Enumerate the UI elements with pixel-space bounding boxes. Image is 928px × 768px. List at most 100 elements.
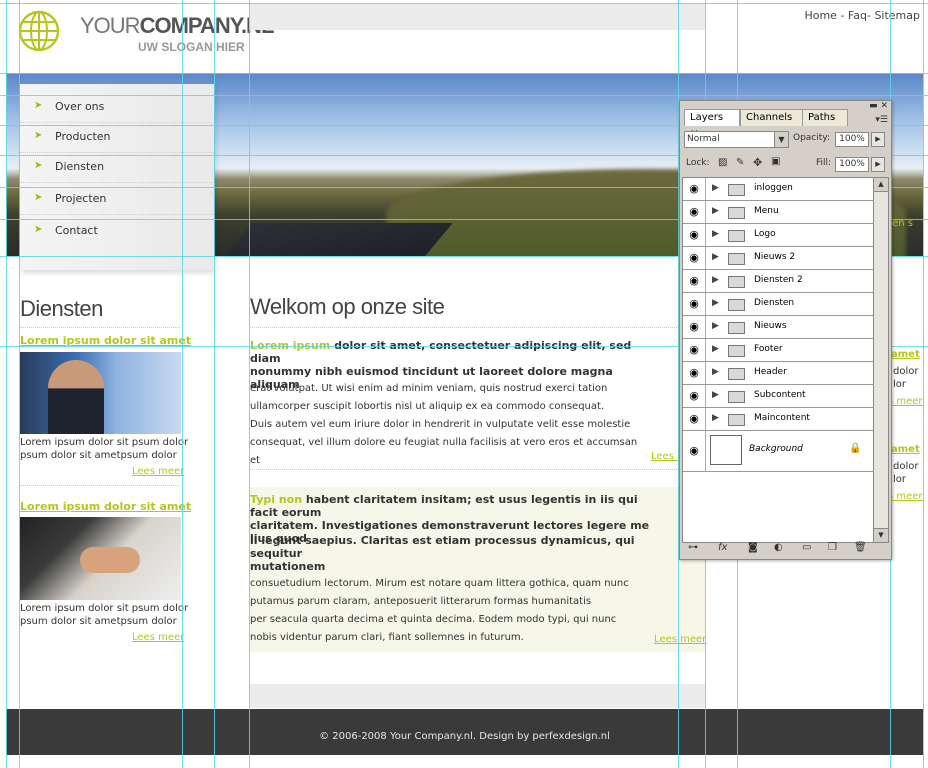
divider bbox=[250, 469, 705, 470]
fill-field[interactable]: 100% bbox=[835, 157, 869, 172]
expand-icon[interactable]: ▶ bbox=[712, 390, 719, 400]
lock-brush-icon[interactable]: ✎ bbox=[736, 157, 744, 168]
diensten-item-text: Lorem ipsum dolor sit psum dolor bbox=[20, 437, 189, 448]
expand-icon[interactable]: ▶ bbox=[712, 275, 719, 285]
layer-row-diensten[interactable]: ◉ ▶ Diensten bbox=[683, 293, 875, 316]
expand-icon[interactable]: ▶ bbox=[712, 183, 719, 193]
folder-icon bbox=[728, 414, 745, 426]
layers-panel[interactable]: ▬ ✕ Layers × Channels Paths ▾☰ Normal ▼ O… bbox=[679, 100, 892, 560]
arrow-icon: ➤ bbox=[34, 160, 43, 171]
guide-horizontal bbox=[0, 95, 928, 96]
nav-item-label: Contact bbox=[55, 224, 98, 237]
welkom-line: erat volutpat. Ut wisi enim ad minim ven… bbox=[250, 383, 608, 394]
nav-item-over-ons[interactable]: ➤ Over ons bbox=[20, 92, 214, 123]
top-menu-sitemap[interactable]: Sitemap bbox=[874, 9, 920, 22]
eye-icon[interactable]: ◉ bbox=[683, 431, 706, 471]
fx-icon[interactable]: fx bbox=[718, 542, 727, 553]
lees-meer-link[interactable]: Lees meer bbox=[132, 632, 184, 643]
layer-row-nieuws-2[interactable]: ◉ ▶ Nieuws 2 bbox=[683, 247, 875, 270]
welkom-title: Welkom op onze site bbox=[250, 294, 445, 319]
opacity-arrow-icon[interactable]: ▶ bbox=[871, 132, 885, 147]
top-menu-home[interactable]: Home bbox=[804, 9, 836, 22]
right-fragment-more[interactable]: s meer bbox=[888, 396, 923, 407]
blend-mode-select[interactable]: Normal ▼ bbox=[684, 131, 789, 148]
lock-transparency-icon[interactable]: ▨ bbox=[718, 157, 727, 168]
expand-icon[interactable]: ▶ bbox=[712, 229, 719, 239]
eye-icon[interactable]: ◉ bbox=[683, 224, 706, 246]
fill-arrow-icon[interactable]: ▶ bbox=[871, 157, 885, 172]
lees-meer-link[interactable]: Lees meer bbox=[654, 634, 706, 645]
lock-icon: 🔒 bbox=[849, 443, 862, 454]
divider bbox=[250, 327, 705, 328]
lock-move-icon[interactable]: ✥ bbox=[753, 156, 762, 169]
layer-row-diensten-2[interactable]: ◉ ▶ Diensten 2 bbox=[683, 270, 875, 293]
eye-icon[interactable]: ◉ bbox=[683, 385, 706, 407]
layers-bottom-toolbar: ⊶ fx ◙ ◐ ▭ ❐ 🗑 bbox=[682, 542, 887, 557]
panel-menu-icon[interactable]: ▾☰ bbox=[875, 115, 888, 125]
new-layer-icon[interactable]: ❐ bbox=[828, 542, 837, 553]
nav-item-contact[interactable]: ➤ Contact bbox=[20, 216, 214, 246]
right-fragment-text: dolor bbox=[893, 366, 919, 377]
tab-paths[interactable]: Paths bbox=[802, 109, 848, 126]
eye-icon[interactable]: ◉ bbox=[683, 339, 706, 361]
nav-item-diensten[interactable]: ➤ Diensten bbox=[20, 152, 214, 183]
right-fragment-more[interactable]: s meer bbox=[888, 491, 923, 502]
eye-icon[interactable]: ◉ bbox=[683, 247, 706, 269]
eye-icon[interactable]: ◉ bbox=[683, 362, 706, 384]
guide-vertical bbox=[214, 0, 215, 768]
expand-icon[interactable]: ▶ bbox=[712, 206, 719, 216]
layer-row-nieuws[interactable]: ◉ ▶ Nieuws bbox=[683, 316, 875, 339]
right-fragment-text: lor bbox=[893, 379, 907, 390]
eye-icon[interactable]: ◉ bbox=[683, 408, 706, 430]
group-icon[interactable]: ▭ bbox=[802, 542, 811, 553]
nav-item-projecten[interactable]: ➤ Projecten bbox=[20, 184, 214, 215]
layer-row-menu[interactable]: ◉ ▶ Menu bbox=[683, 201, 875, 224]
right-fragment-link[interactable]: amet bbox=[891, 349, 920, 360]
eye-icon[interactable]: ◉ bbox=[683, 270, 706, 292]
right-fragment-link[interactable]: amet bbox=[891, 444, 920, 455]
lock-all-icon[interactable]: ▣ bbox=[771, 156, 780, 167]
layer-row-subcontent[interactable]: ◉ ▶ Subcontent bbox=[683, 385, 875, 408]
layer-name: Logo bbox=[754, 229, 776, 239]
layer-row-footer[interactable]: ◉ ▶ Footer bbox=[683, 339, 875, 362]
tab-channels[interactable]: Channels bbox=[740, 109, 804, 126]
expand-icon[interactable]: ▶ bbox=[712, 298, 719, 308]
link-icon[interactable]: ⊶ bbox=[688, 542, 698, 553]
eye-icon[interactable]: ◉ bbox=[683, 178, 706, 200]
tab-label: Layers bbox=[690, 112, 724, 123]
typi-line: nobis videntur parum clari, fiant sollem… bbox=[250, 632, 524, 643]
panel-minimize-close[interactable]: ▬ ✕ bbox=[869, 101, 888, 111]
expand-icon[interactable]: ▶ bbox=[712, 413, 719, 423]
scroll-up-icon[interactable]: ▲ bbox=[874, 178, 888, 192]
expand-icon[interactable]: ▶ bbox=[712, 252, 719, 262]
layer-row-logo[interactable]: ◉ ▶ Logo bbox=[683, 224, 875, 247]
layer-name: Maincontent bbox=[754, 413, 810, 423]
eye-icon[interactable]: ◉ bbox=[683, 201, 706, 223]
tab-layers[interactable]: Layers × bbox=[684, 109, 740, 139]
layer-row-background[interactable]: ◉ Background 🔒 bbox=[683, 431, 875, 472]
nav-item-producten[interactable]: ➤ Producten bbox=[20, 122, 214, 153]
expand-icon[interactable]: ▶ bbox=[712, 321, 719, 331]
eye-icon[interactable]: ◉ bbox=[683, 293, 706, 315]
trash-icon[interactable]: 🗑 bbox=[854, 542, 867, 553]
adjustment-icon[interactable]: ◐ bbox=[774, 542, 783, 553]
layers-scrollbar[interactable]: ▲ ▼ bbox=[873, 177, 889, 543]
expand-icon[interactable]: ▶ bbox=[712, 367, 719, 377]
mask-icon[interactable]: ◙ bbox=[748, 542, 758, 553]
layer-row-header[interactable]: ◉ ▶ Header bbox=[683, 362, 875, 385]
logo-title[interactable]: YOURCOMPANY.NL bbox=[80, 13, 274, 39]
expand-icon[interactable]: ▶ bbox=[712, 344, 719, 354]
opacity-field[interactable]: 100% bbox=[835, 132, 869, 147]
header-grey-bar bbox=[249, 4, 705, 30]
layer-row-inloggen[interactable]: ◉ ▶ inloggen bbox=[683, 178, 875, 201]
lees-meer-link[interactable]: Lees meer bbox=[132, 466, 184, 477]
handshake-figure bbox=[80, 547, 140, 573]
scroll-down-icon[interactable]: ▼ bbox=[874, 528, 888, 542]
diensten-item-link[interactable]: Lorem ipsum dolor sit amet bbox=[20, 500, 191, 513]
layer-row-maincontent[interactable]: ◉ ▶ Maincontent bbox=[683, 408, 875, 431]
nav-item-label: Projecten bbox=[55, 192, 107, 205]
top-menu-faq[interactable]: Faq bbox=[848, 9, 867, 22]
opacity-label: Opacity: bbox=[793, 133, 830, 143]
eye-icon[interactable]: ◉ bbox=[683, 316, 706, 338]
chevron-down-icon[interactable]: ▼ bbox=[774, 132, 788, 147]
